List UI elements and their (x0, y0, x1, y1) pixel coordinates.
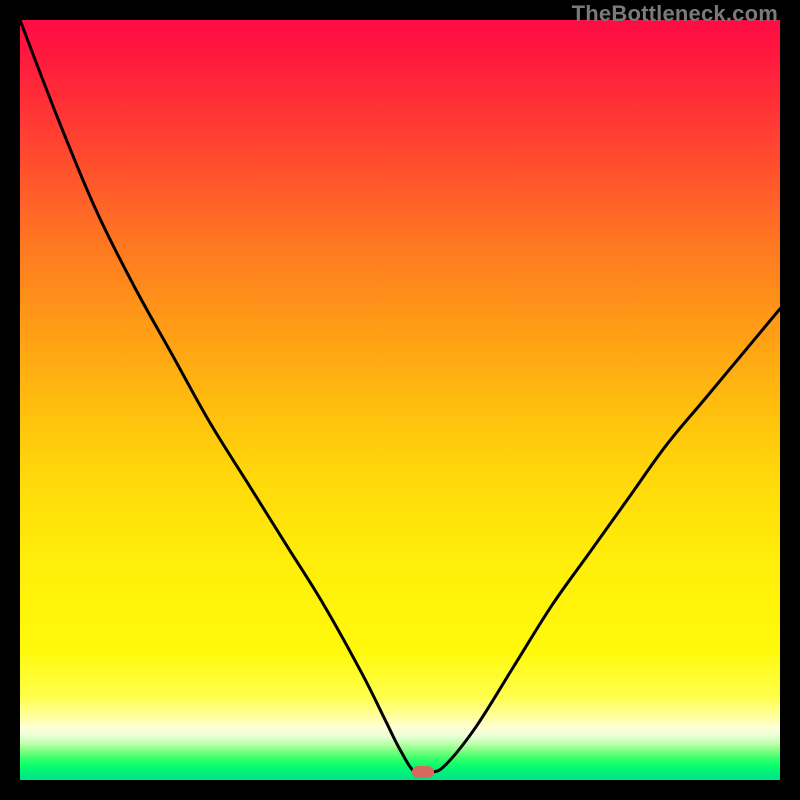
plot-area (20, 20, 780, 780)
bottleneck-curve-path (20, 20, 780, 775)
curve-svg (20, 20, 780, 780)
chart-container: TheBottleneck.com (0, 0, 800, 800)
minimum-marker (412, 766, 434, 778)
watermark-label: TheBottleneck.com (572, 1, 778, 27)
